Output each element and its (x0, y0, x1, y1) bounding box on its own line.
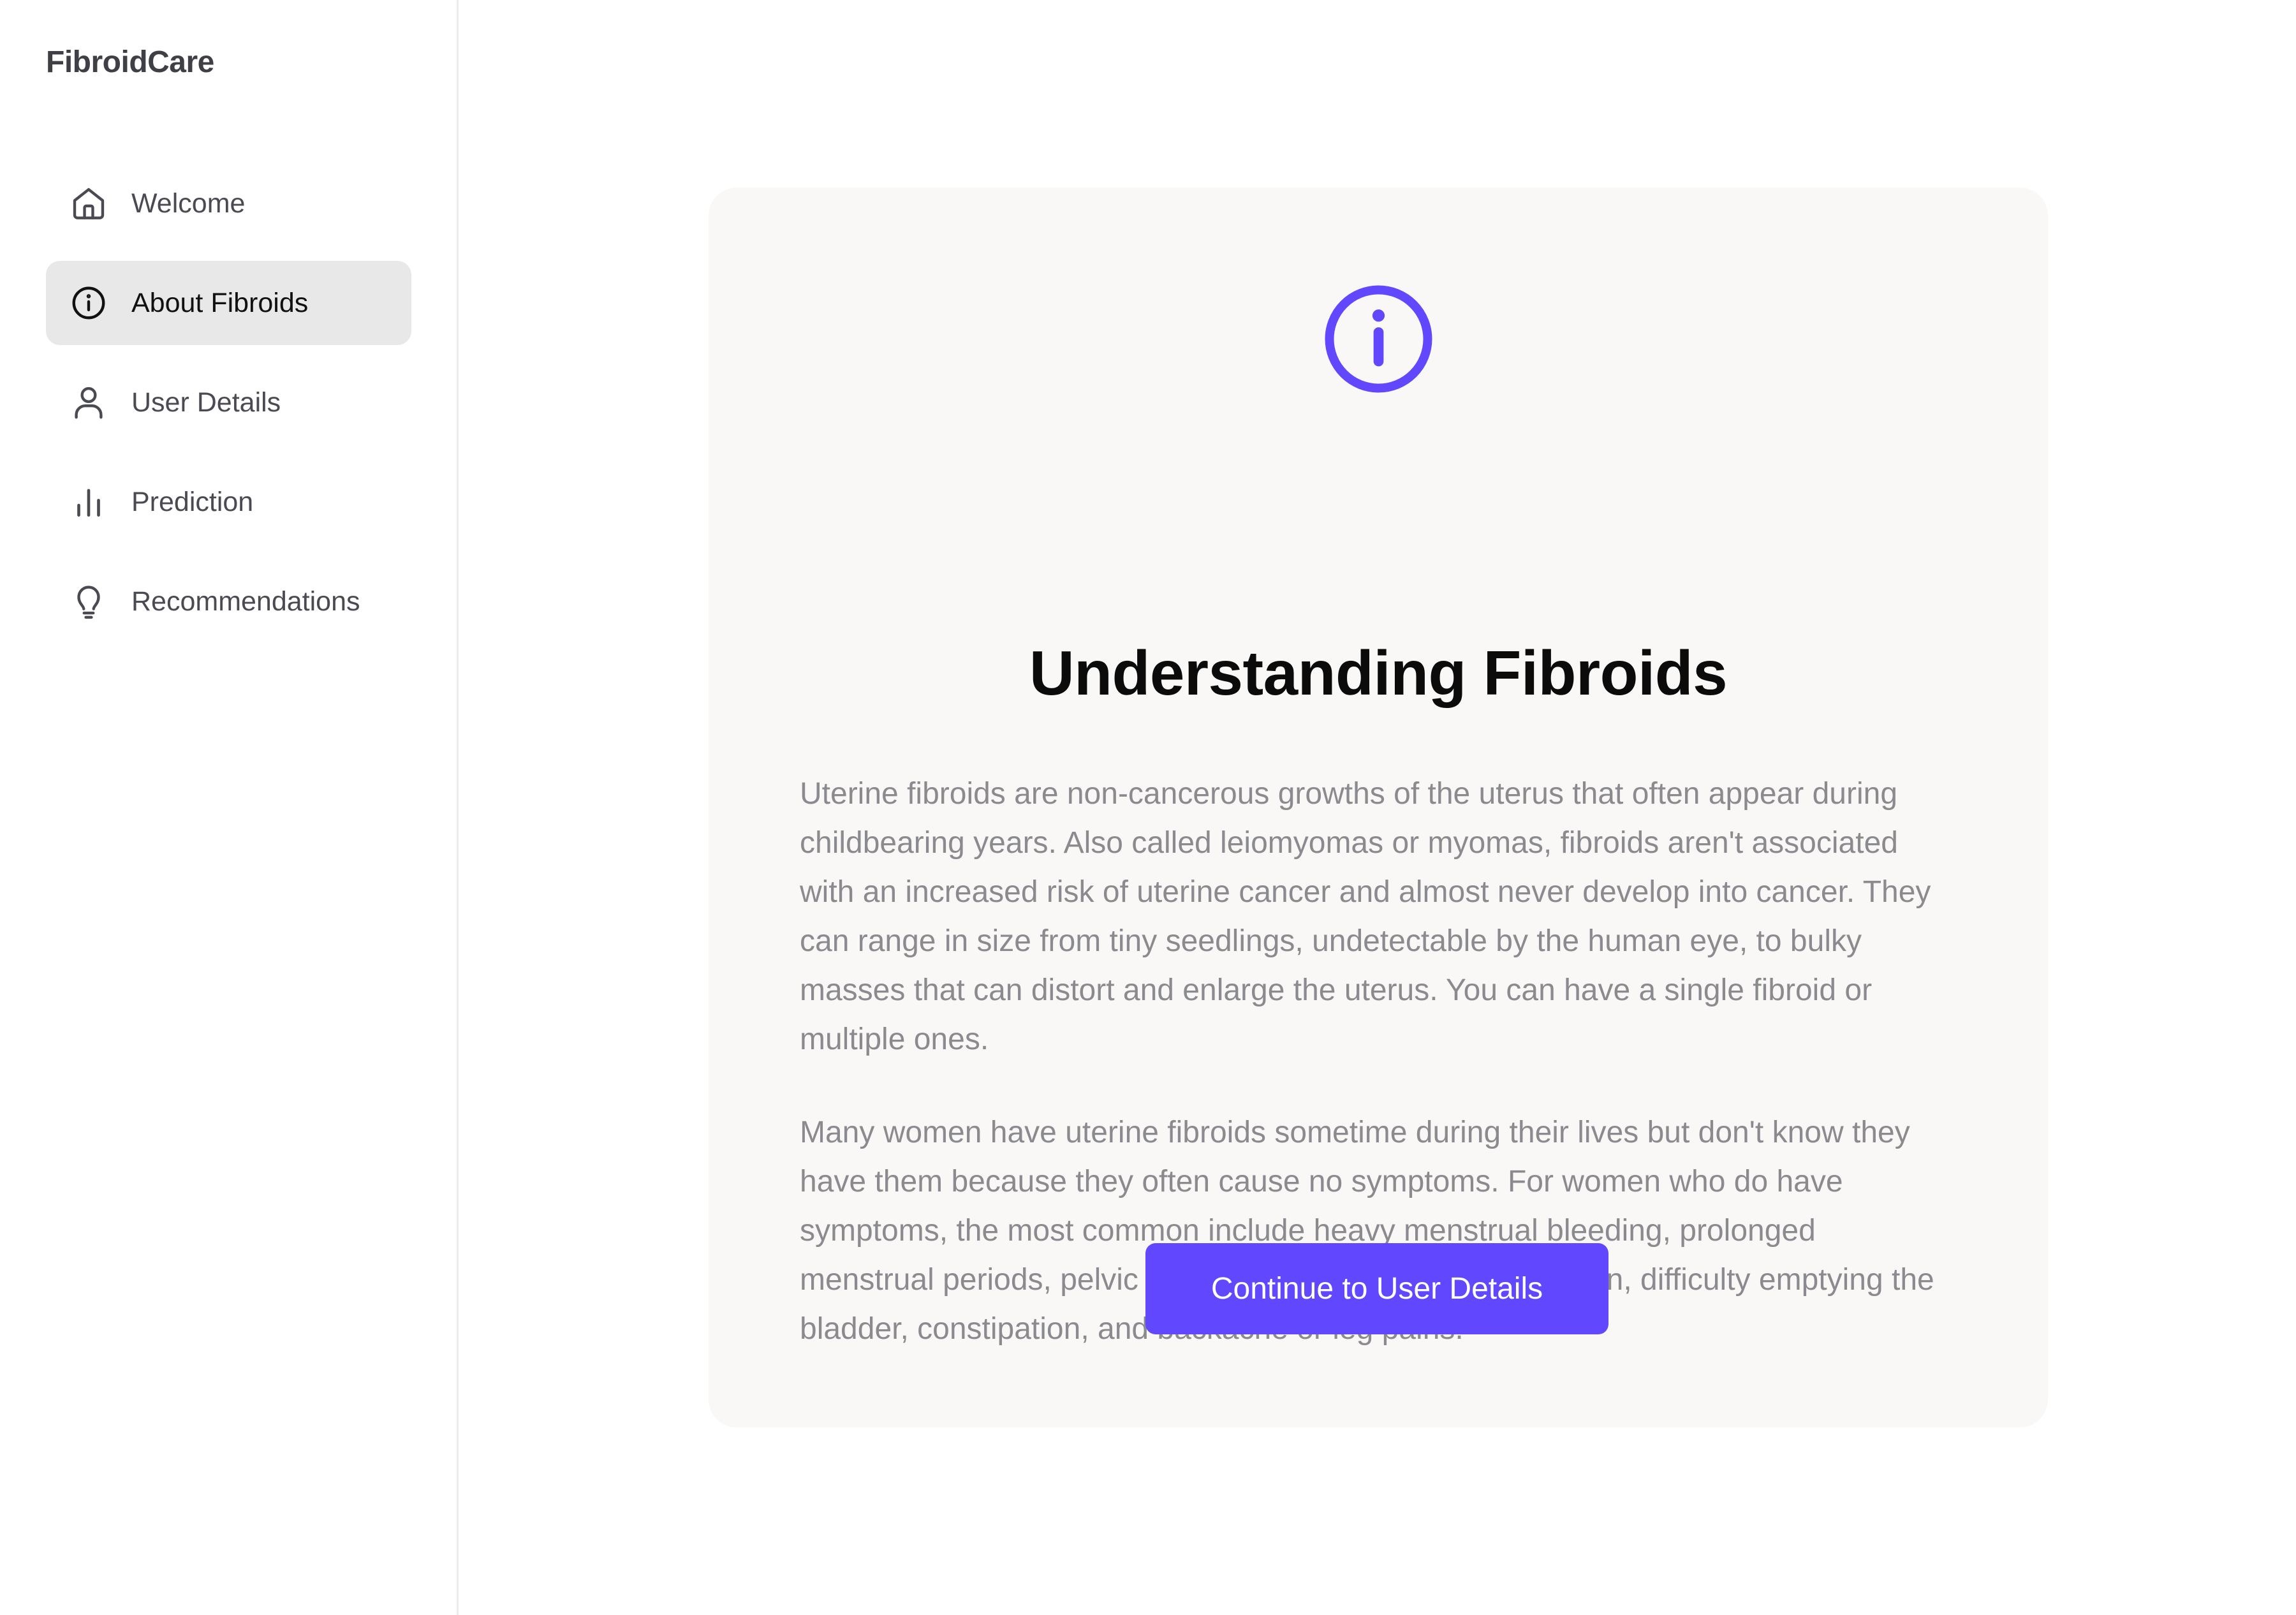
bar-chart-icon (69, 482, 108, 522)
sidebar-item-about-fibroids[interactable]: About Fibroids (46, 261, 411, 345)
home-icon (69, 184, 108, 223)
sidebar-item-label: Welcome (131, 188, 246, 219)
sidebar-item-label: About Fibroids (131, 287, 309, 318)
continue-button[interactable]: Continue to User Details (1145, 1243, 1608, 1334)
sidebar-item-prediction[interactable]: Prediction (46, 460, 411, 544)
info-icon (69, 283, 108, 323)
sidebar-item-recommendations[interactable]: Recommendations (46, 559, 411, 644)
main-content: Understanding Fibroids Uterine fibroids … (459, 0, 2296, 1615)
lightbulb-icon (69, 582, 108, 621)
sidebar: FibroidCare Welcome About Fibroids User … (0, 0, 459, 1615)
sidebar-item-label: Prediction (131, 486, 254, 517)
info-icon (1323, 283, 1434, 395)
sidebar-item-label: User Details (131, 387, 281, 418)
sidebar-item-welcome[interactable]: Welcome (46, 161, 411, 246)
sidebar-item-user-details[interactable]: User Details (46, 360, 411, 445)
brand-logo: FibroidCare (46, 45, 214, 79)
page-title: Understanding Fibroids (1029, 638, 1728, 708)
sidebar-nav: Welcome About Fibroids User Details Pred… (46, 161, 411, 659)
sidebar-item-label: Recommendations (131, 586, 360, 617)
body-paragraph: Uterine fibroids are non-cancerous growt… (800, 777, 1931, 1056)
user-icon (69, 383, 108, 422)
app-root: FibroidCare Welcome About Fibroids User … (0, 0, 2296, 1615)
info-card: Understanding Fibroids Uterine fibroids … (709, 188, 2048, 1427)
